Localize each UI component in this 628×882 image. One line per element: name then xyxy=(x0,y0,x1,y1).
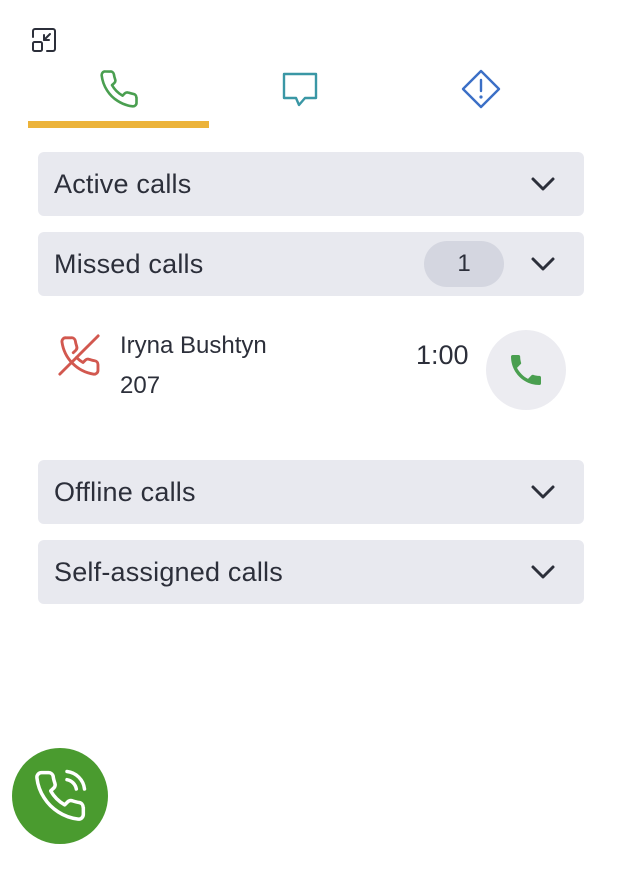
section-missed-calls[interactable]: Missed calls 1 xyxy=(38,232,584,296)
chevron-down-icon xyxy=(531,257,555,271)
tab-chat[interactable] xyxy=(209,62,390,128)
phone-icon xyxy=(511,355,541,385)
missed-call-item[interactable]: Iryna Bushtyn 207 1:00 xyxy=(38,310,584,430)
section-offline-calls[interactable]: Offline calls xyxy=(38,460,584,524)
tab-calls[interactable] xyxy=(28,62,210,128)
section-label: Offline calls xyxy=(54,476,196,507)
missed-count-badge: 1 xyxy=(424,241,504,287)
missed-call-icon xyxy=(58,334,100,376)
minimize-button[interactable] xyxy=(28,24,60,56)
section-label: Active calls xyxy=(54,168,192,199)
chevron-down-icon xyxy=(531,565,555,579)
section-active-calls[interactable]: Active calls xyxy=(38,152,584,216)
tab-bar xyxy=(28,62,572,128)
phone-icon xyxy=(100,70,138,108)
alert-diamond-icon xyxy=(462,69,501,109)
section-label: Missed calls xyxy=(54,248,204,279)
callback-button[interactable] xyxy=(486,330,566,410)
section-label: Self-assigned calls xyxy=(54,556,283,587)
tab-alerts[interactable] xyxy=(391,62,572,128)
caller-name: Iryna Bushtyn xyxy=(120,332,267,359)
chevron-down-icon xyxy=(531,485,555,499)
caller-extension: 207 xyxy=(120,372,161,399)
phone-calling-icon xyxy=(35,769,87,821)
section-self-assigned-calls[interactable]: Self-assigned calls xyxy=(38,540,584,604)
call-time: 1:00 xyxy=(416,340,469,370)
minimize-icon xyxy=(32,28,56,52)
chevron-down-icon xyxy=(531,177,555,191)
dialer-fab-button[interactable] xyxy=(12,748,108,844)
chat-bubble-icon xyxy=(282,72,318,107)
